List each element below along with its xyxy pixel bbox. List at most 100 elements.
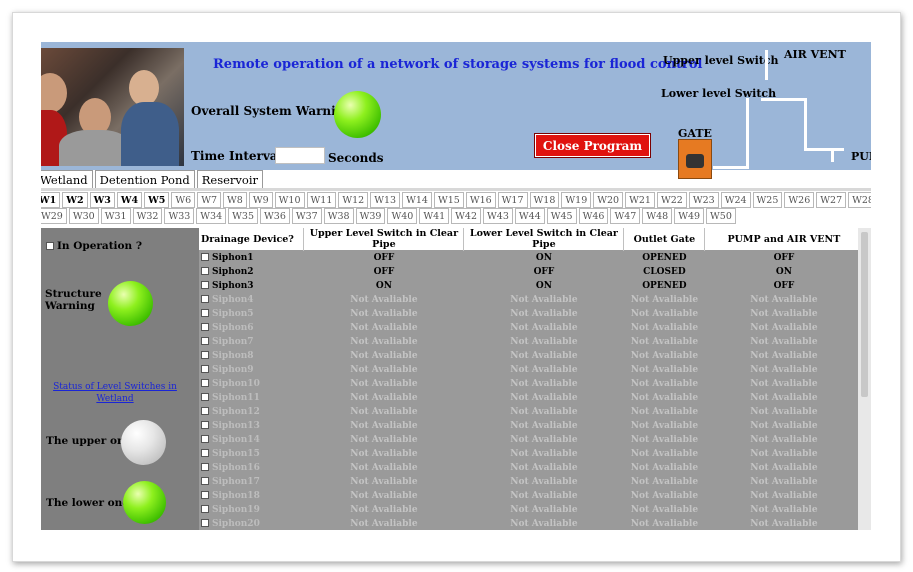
device-checkbox[interactable]	[201, 407, 209, 415]
tab-wetland[interactable]: Wetland	[41, 170, 93, 188]
device-name-cell[interactable]: Siphon3	[199, 278, 305, 293]
week-tab-w47[interactable]: W47	[610, 208, 641, 224]
week-tab-w1[interactable]: W1	[41, 192, 61, 208]
week-tab-w50[interactable]: W50	[706, 208, 736, 224]
week-tab-w16[interactable]: W16	[465, 192, 496, 208]
week-tab-w45[interactable]: W45	[546, 208, 577, 224]
week-tab-w12[interactable]: W12	[338, 192, 369, 208]
device-name-cell[interactable]: Siphon10	[199, 376, 305, 391]
week-tab-w26[interactable]: W26	[784, 192, 815, 208]
week-tab-w18[interactable]: W18	[529, 192, 560, 208]
week-tab-w34[interactable]: W34	[196, 208, 227, 224]
week-tab-w31[interactable]: W31	[100, 208, 131, 224]
in-operation-label[interactable]: In Operation ?	[46, 240, 142, 252]
device-name-cell[interactable]: Siphon17	[199, 474, 305, 489]
week-tab-w24[interactable]: W24	[720, 192, 751, 208]
device-name-cell[interactable]: Siphon20	[199, 516, 305, 530]
week-tab-w6[interactable]: W6	[171, 192, 196, 208]
week-tab-w29[interactable]: W29	[41, 208, 67, 224]
week-tab-w2[interactable]: W2	[62, 192, 88, 208]
device-checkbox[interactable]	[201, 463, 209, 471]
week-tab-w13[interactable]: W13	[370, 192, 401, 208]
device-checkbox[interactable]	[201, 505, 209, 513]
week-tab-w9[interactable]: W9	[248, 192, 273, 208]
week-tab-w23[interactable]: W23	[688, 192, 719, 208]
device-checkbox[interactable]	[201, 351, 209, 359]
gate-icon[interactable]	[678, 139, 712, 179]
time-interval-input[interactable]	[275, 147, 325, 164]
device-name-cell[interactable]: Siphon5	[199, 306, 305, 321]
week-tab-w10[interactable]: W10	[274, 192, 305, 208]
device-checkbox[interactable]	[201, 309, 209, 317]
week-tab-w44[interactable]: W44	[514, 208, 545, 224]
device-name-cell[interactable]: Siphon15	[199, 446, 305, 461]
week-tab-w8[interactable]: W8	[223, 192, 247, 208]
week-tab-w5[interactable]: W5	[144, 192, 170, 208]
device-checkbox[interactable]	[201, 491, 209, 499]
device-checkbox[interactable]	[201, 477, 209, 485]
week-tab-w11[interactable]: W11	[306, 192, 337, 208]
device-checkbox[interactable]	[201, 295, 209, 303]
device-name-cell[interactable]: Siphon4	[199, 292, 305, 307]
week-tab-w27[interactable]: W27	[816, 192, 847, 208]
device-name-cell[interactable]: Siphon12	[199, 404, 305, 419]
tab-detention-pond[interactable]: Detention Pond	[94, 170, 195, 188]
device-name-cell[interactable]: Siphon13	[199, 418, 305, 433]
device-checkbox[interactable]	[201, 379, 209, 387]
week-tab-w25[interactable]: W25	[752, 192, 783, 208]
week-tab-w22[interactable]: W22	[656, 192, 687, 208]
device-checkbox[interactable]	[201, 435, 209, 443]
week-tab-w46[interactable]: W46	[578, 208, 609, 224]
week-tab-w49[interactable]: W49	[674, 208, 705, 224]
device-name-cell[interactable]: Siphon18	[199, 488, 305, 503]
week-tab-w20[interactable]: W20	[593, 192, 624, 208]
week-tab-w42[interactable]: W42	[451, 208, 482, 224]
device-checkbox[interactable]	[201, 281, 209, 289]
week-tab-w48[interactable]: W48	[642, 208, 673, 224]
tab-reservoir[interactable]: Reservoir	[196, 170, 263, 188]
in-operation-checkbox[interactable]	[46, 242, 54, 250]
week-tab-w43[interactable]: W43	[483, 208, 513, 224]
device-name-cell[interactable]: Siphon9	[199, 362, 305, 377]
week-tab-w4[interactable]: W4	[116, 192, 143, 208]
week-tab-w33[interactable]: W33	[164, 208, 195, 224]
week-tab-w21[interactable]: W21	[625, 192, 655, 208]
device-checkbox[interactable]	[201, 323, 209, 331]
week-tab-w39[interactable]: W39	[355, 208, 386, 224]
device-checkbox[interactable]	[201, 393, 209, 401]
week-tab-w40[interactable]: W40	[387, 208, 418, 224]
device-name-cell[interactable]: Siphon6	[199, 320, 305, 335]
device-checkbox[interactable]	[201, 421, 209, 429]
level-switches-link[interactable]: Status of Level Switches in Wetland	[51, 381, 179, 405]
device-name-cell[interactable]: Siphon16	[199, 460, 305, 475]
week-tab-w36[interactable]: W36	[260, 208, 290, 224]
device-name-cell[interactable]: Siphon1	[199, 250, 305, 265]
scrollbar-thumb[interactable]	[861, 232, 868, 397]
week-tab-w15[interactable]: W15	[433, 192, 464, 208]
week-tab-w14[interactable]: W14	[402, 192, 432, 208]
device-name-cell[interactable]: Siphon2	[199, 264, 305, 279]
week-tab-w35[interactable]: W35	[228, 208, 259, 224]
device-checkbox[interactable]	[201, 253, 209, 261]
device-name-cell[interactable]: Siphon11	[199, 390, 305, 405]
week-tab-w37[interactable]: W37	[291, 208, 322, 224]
week-tab-w17[interactable]: W17	[497, 192, 528, 208]
device-checkbox[interactable]	[201, 337, 209, 345]
close-program-button[interactable]: Close Program	[535, 134, 650, 157]
device-checkbox[interactable]	[201, 449, 209, 457]
week-tab-w28[interactable]: W28	[848, 192, 871, 208]
week-tab-w32[interactable]: W32	[132, 208, 163, 224]
week-tab-w3[interactable]: W3	[89, 192, 115, 208]
week-tab-w19[interactable]: W19	[561, 192, 592, 208]
table-scrollbar[interactable]	[858, 228, 871, 530]
device-name-cell[interactable]: Siphon14	[199, 432, 305, 447]
device-name-cell[interactable]: Siphon19	[199, 502, 305, 517]
device-name-cell[interactable]: Siphon7	[199, 334, 305, 349]
week-tab-w38[interactable]: W38	[323, 208, 354, 224]
week-tab-w7[interactable]: W7	[197, 192, 222, 208]
device-name-cell[interactable]: Siphon8	[199, 348, 305, 363]
device-checkbox[interactable]	[201, 519, 209, 527]
week-tab-w41[interactable]: W41	[419, 208, 450, 224]
device-checkbox[interactable]	[201, 365, 209, 373]
device-checkbox[interactable]	[201, 267, 209, 275]
